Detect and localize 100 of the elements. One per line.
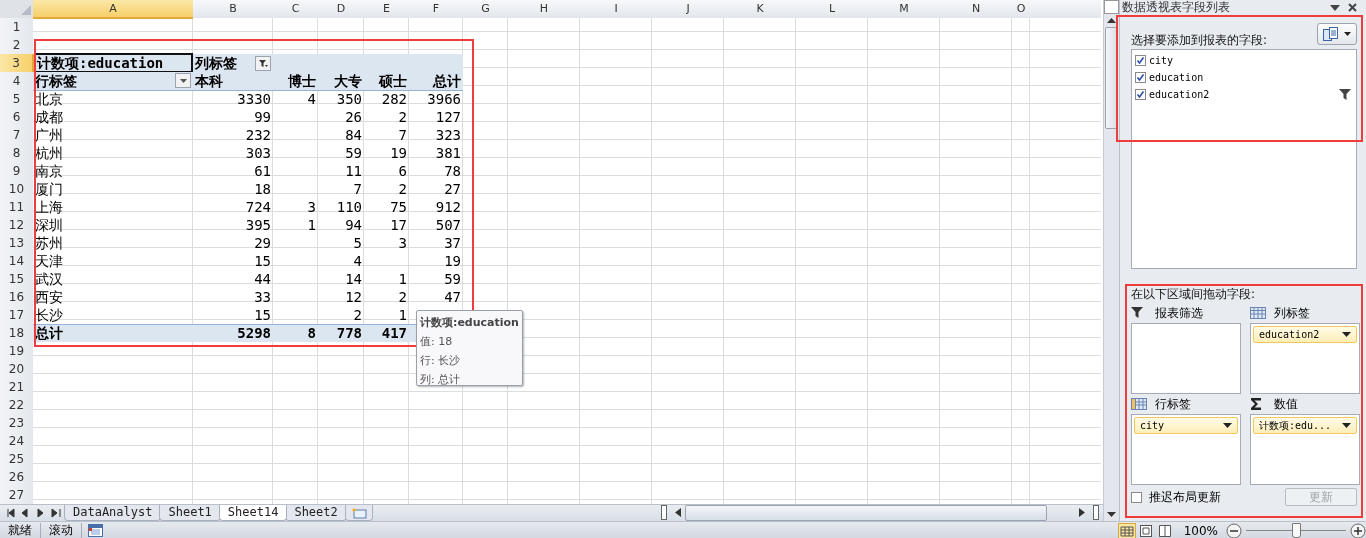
row-label: 杭州 (33, 144, 193, 162)
row-header[interactable]: 12 (0, 216, 33, 234)
row-header[interactable]: 26 (0, 468, 33, 486)
checkbox[interactable] (1135, 55, 1146, 66)
column-header[interactable]: C (273, 0, 318, 18)
split-handle[interactable] (661, 505, 667, 520)
table-cell: 381 (409, 144, 463, 162)
filter-button[interactable] (255, 55, 271, 71)
column-header[interactable]: K (724, 0, 796, 18)
checkbox[interactable] (1135, 89, 1146, 100)
table-cell: 912 (409, 198, 463, 216)
row-header[interactable]: 23 (0, 414, 33, 432)
column-header[interactable]: N (940, 0, 1012, 18)
column-header[interactable]: G (463, 0, 508, 18)
scroll-up-icon[interactable] (1107, 18, 1116, 23)
row-header[interactable]: 25 (0, 450, 33, 468)
row-header[interactable]: 5 (0, 90, 33, 108)
row-header[interactable]: 15 (0, 270, 33, 288)
row-header[interactable]: 24 (0, 432, 33, 450)
sheet-tab[interactable]: DataAnalyst (64, 505, 162, 521)
normal-view-icon[interactable] (1117, 522, 1136, 538)
pane-menu-icon[interactable] (1330, 4, 1340, 11)
macro-record-icon[interactable] (88, 524, 103, 537)
row-header[interactable]: 27 (0, 486, 33, 504)
layout-button[interactable] (1317, 23, 1357, 45)
row-label: 南京 (33, 162, 193, 180)
scroll-right-icon[interactable] (1079, 508, 1085, 517)
row-header[interactable]: 22 (0, 396, 33, 414)
field-button[interactable]: 计数项:edu... (1253, 417, 1357, 434)
row-header[interactable]: 13 (0, 234, 33, 252)
filter-icon (258, 58, 268, 68)
sheet-tab[interactable]: Sheet1 (159, 505, 221, 521)
column-header[interactable]: F (409, 0, 463, 18)
table-cell: 6 (364, 162, 409, 180)
table-cell: 1 (364, 306, 409, 324)
last-sheet-icon[interactable] (50, 508, 64, 518)
scroll-thumb[interactable] (685, 505, 1047, 521)
column-header[interactable]: D (318, 0, 364, 18)
area-label: 报表筛选 (1155, 304, 1203, 322)
row-header[interactable]: 16 (0, 288, 33, 306)
row-header[interactable]: 21 (0, 378, 33, 396)
column-label: 总计 (409, 72, 463, 90)
row-header[interactable]: 2 (0, 36, 33, 54)
scroll-down-icon[interactable] (1107, 512, 1116, 517)
table-cell: 44 (193, 270, 273, 288)
column-header[interactable]: H (508, 0, 580, 18)
checkbox-label: 推迟布局更新 (1149, 488, 1221, 506)
row-label: 苏州 (33, 234, 193, 252)
split-handle[interactable] (1093, 505, 1099, 520)
zoom-out-icon[interactable] (1226, 522, 1242, 538)
zoom-level[interactable]: 100% (1183, 523, 1218, 538)
field-button[interactable]: education2 (1253, 326, 1357, 343)
row-header[interactable]: 7 (0, 126, 33, 144)
column-header[interactable]: I (580, 0, 652, 18)
table-cell: 1 (364, 270, 409, 288)
row-label: 成都 (33, 108, 193, 126)
row-header[interactable]: 9 (0, 162, 33, 180)
row-header[interactable]: 1 (0, 18, 33, 36)
row-header[interactable]: 19 (0, 342, 33, 360)
zoom-in-icon[interactable] (1350, 522, 1366, 538)
field-name[interactable]: education2 (1149, 89, 1336, 100)
table-cell: 94 (318, 216, 364, 234)
sheet-tab[interactable]: Sheet14 (218, 505, 288, 521)
row-header[interactable]: 17 (0, 306, 33, 324)
table-cell: 15 (193, 306, 273, 324)
table-cell: 4 (273, 90, 318, 108)
row-header[interactable]: 18 (0, 324, 33, 342)
pivot-field-label[interactable]: 计数项:education (34, 53, 193, 73)
dropdown-button[interactable] (175, 73, 191, 89)
row-header[interactable]: 14 (0, 252, 33, 270)
column-label: 硕士 (364, 72, 409, 90)
field-button[interactable]: city (1134, 417, 1238, 434)
row-header[interactable]: 8 (0, 144, 33, 162)
row-header[interactable]: 11 (0, 198, 33, 216)
row-label: 广州 (33, 126, 193, 144)
field-name[interactable]: education (1149, 72, 1353, 83)
scroll-left-icon[interactable] (675, 508, 681, 517)
checkbox[interactable] (1135, 72, 1146, 83)
column-header[interactable]: L (796, 0, 868, 18)
column-header[interactable]: O (1012, 0, 1030, 18)
table-cell: 8 (273, 324, 318, 342)
row-header[interactable]: 10 (0, 180, 33, 198)
row-header[interactable]: 4 (0, 72, 33, 90)
table-cell: 7 (364, 126, 409, 144)
table-cell: 4 (318, 252, 364, 270)
field-name[interactable]: city (1149, 55, 1353, 66)
row-header[interactable]: 3 (0, 54, 33, 72)
checkbox[interactable] (1131, 491, 1142, 503)
column-header[interactable]: E (364, 0, 409, 18)
row-header[interactable]: 6 (0, 108, 33, 126)
column-header[interactable]: J (652, 0, 724, 18)
row-header[interactable]: 20 (0, 360, 33, 378)
column-header[interactable]: A (33, 0, 193, 18)
column-header[interactable]: B (193, 0, 273, 18)
close-icon[interactable] (1348, 3, 1357, 12)
section-label: 在以下区域间拖动字段: (1131, 286, 1257, 303)
sheet-tab[interactable]: Sheet2 (285, 505, 347, 521)
zoom-slider-thumb[interactable] (1292, 523, 1301, 538)
table-cell: 3966 (409, 90, 463, 108)
column-header[interactable]: M (868, 0, 940, 18)
